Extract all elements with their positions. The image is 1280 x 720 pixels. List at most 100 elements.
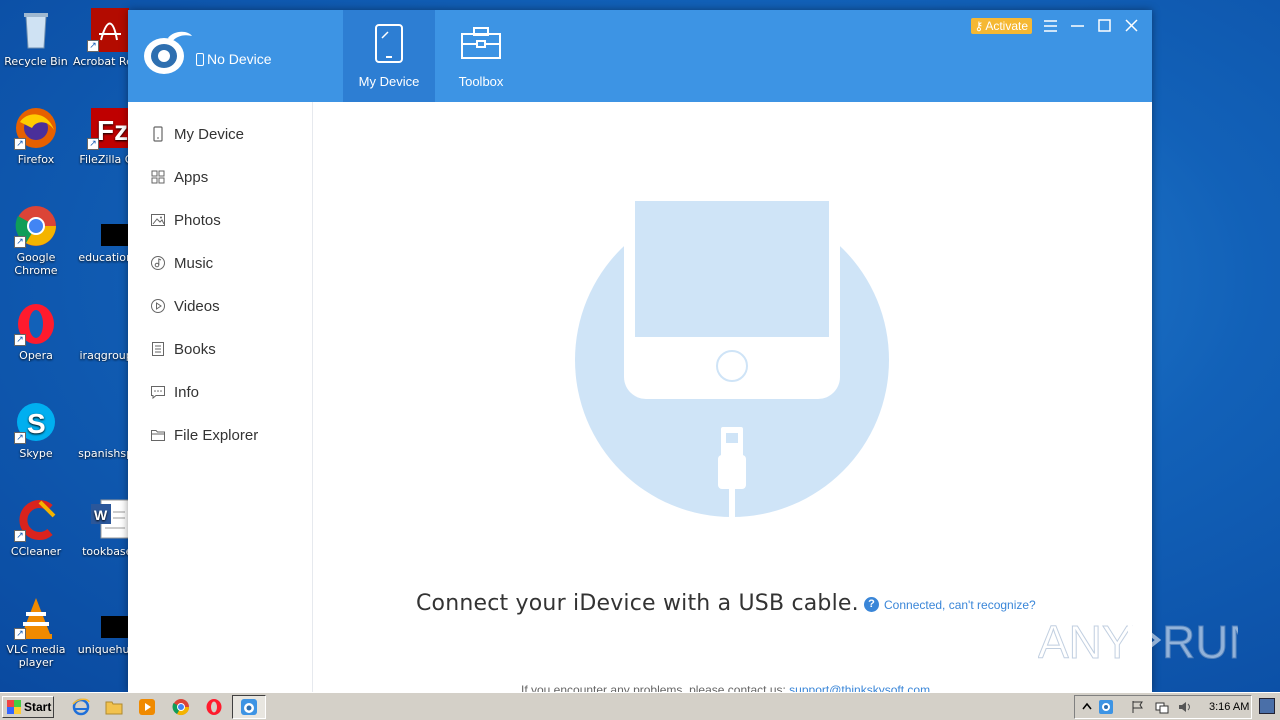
toolbox-icon — [461, 24, 501, 64]
menu-icon[interactable] — [1042, 17, 1059, 34]
help-link-label: Connected, can't recognize? — [884, 597, 1036, 612]
action-center-flag-icon[interactable] — [1131, 700, 1145, 714]
window-controls: ⚷ Activate — [970, 17, 1140, 34]
ccleaner-icon: ↗ — [14, 498, 58, 542]
clock[interactable]: 3:16 AM — [1209, 701, 1249, 713]
svg-text:Fz: Fz — [97, 115, 128, 146]
watermark-text-run: RUN — [1162, 616, 1238, 668]
phone-small-icon — [196, 52, 204, 66]
contact-line: If you encounter any problems, please co… — [521, 683, 930, 692]
app-window: No Device My Device Toolbox ⚷ Activate M… — [128, 10, 1152, 692]
sidebar-item-info[interactable]: Info — [150, 380, 199, 404]
desktop-icon-chrome[interactable]: ↗ Google Chrome — [0, 204, 72, 277]
shortcut-arrow-icon: ↗ — [14, 628, 26, 640]
chrome-taskbar-icon[interactable] — [172, 698, 190, 716]
tab-label: Toolbox — [458, 74, 504, 89]
skype-icon: S ↗ — [14, 400, 58, 444]
help-link[interactable]: ? Connected, can't recognize? — [864, 597, 1036, 612]
tray-app-icon[interactable] — [1099, 700, 1113, 714]
start-label: Start — [24, 700, 52, 714]
recycle-bin-icon — [14, 8, 58, 52]
desktop-icon-label: VLC media player — [6, 643, 66, 669]
svg-text:S: S — [27, 408, 46, 439]
support-email-link[interactable]: support@thinkskysoft.com — [789, 683, 930, 692]
firefox-icon: ↗ — [14, 106, 58, 150]
network-icon[interactable] — [1155, 700, 1169, 714]
folder-icon — [150, 427, 166, 443]
sidebar-item-file-explorer[interactable]: File Explorer — [150, 423, 258, 447]
sidebar-item-music[interactable]: Music — [150, 251, 213, 275]
sidebar-item-label: Music — [174, 254, 214, 272]
maximize-icon[interactable] — [1096, 17, 1113, 34]
desktop-icon-label: Recycle Bin — [4, 55, 68, 68]
file-icon — [87, 204, 131, 248]
internet-explorer-icon[interactable] — [72, 698, 90, 716]
key-icon: ⚷ — [974, 18, 984, 33]
apps-grid-icon — [150, 169, 166, 185]
desktop-icon-recycle-bin[interactable]: Recycle Bin — [0, 8, 72, 68]
desktop-icon-label: Skype — [19, 447, 53, 460]
volume-icon[interactable] — [1178, 700, 1192, 714]
device-status: No Device — [196, 51, 272, 67]
app-logo-icon — [142, 30, 196, 78]
close-icon[interactable] — [1123, 17, 1140, 34]
sidebar-item-videos[interactable]: Videos — [150, 294, 220, 318]
activate-label: Activate — [985, 18, 1028, 33]
sidebar-item-label: Apps — [174, 168, 209, 186]
desktop-icon-vlc[interactable]: ↗ VLC media player — [0, 596, 72, 669]
chrome-icon: ↗ — [14, 204, 58, 248]
sidebar-item-label: My Device — [174, 125, 245, 143]
sidebar-item-books[interactable]: Books — [150, 337, 216, 361]
file-icon — [87, 596, 131, 640]
start-button[interactable]: Start — [2, 696, 54, 718]
activate-button[interactable]: ⚷ Activate — [970, 17, 1032, 34]
sidebar: My Device Apps Photos Music Videos Books… — [128, 102, 313, 692]
sidebar-item-apps[interactable]: Apps — [150, 165, 208, 189]
desktop-icon-label: Firefox — [17, 153, 55, 166]
desktop-icon-firefox[interactable]: ↗ Firefox — [0, 106, 72, 166]
opera-icon: ↗ — [14, 302, 58, 346]
connect-message: Connect your iDevice with a USB cable. — [416, 591, 859, 616]
sidebar-item-my-device[interactable]: My Device — [150, 122, 244, 146]
message-icon — [150, 384, 166, 400]
main-content: Connect your iDevice with a USB cable. ?… — [313, 102, 1152, 692]
windows-flag-icon — [7, 700, 21, 714]
desktop-icon-skype[interactable]: S ↗ Skype — [0, 400, 72, 460]
sidebar-item-label: Videos — [174, 297, 220, 315]
taskbar-active-app[interactable] — [232, 695, 266, 719]
vlc-icon: ↗ — [14, 596, 58, 640]
minimize-icon[interactable] — [1069, 17, 1086, 34]
tab-my-device[interactable]: My Device — [343, 10, 435, 102]
book-icon — [150, 341, 166, 357]
app-taskbar-icon — [241, 699, 257, 715]
file-icon — [87, 400, 131, 444]
word-document-icon: W — [87, 498, 131, 542]
tab-toolbox[interactable]: Toolbox — [435, 10, 527, 102]
play-icon — [150, 298, 166, 314]
sidebar-item-photos[interactable]: Photos — [150, 208, 221, 232]
sidebar-item-label: Info — [174, 383, 200, 401]
sidebar-item-label: Books — [174, 340, 216, 358]
contact-text: If you encounter any problems, please co… — [521, 683, 786, 692]
shortcut-arrow-icon: ↗ — [14, 530, 26, 542]
filezilla-icon: Fz ↗ — [87, 106, 131, 150]
desktop-icon-opera[interactable]: ↗ Opera — [0, 302, 72, 362]
shortcut-arrow-icon: ↗ — [14, 432, 26, 444]
shortcut-arrow-icon: ↗ — [14, 236, 26, 248]
file-icon — [87, 302, 131, 346]
media-player-icon[interactable] — [138, 698, 156, 716]
shortcut-arrow-icon: ↗ — [87, 40, 99, 52]
image-icon — [150, 212, 166, 228]
question-icon: ? — [864, 597, 879, 612]
desktop-icon-ccleaner[interactable]: ↗ CCleaner — [0, 498, 72, 558]
show-desktop-icon[interactable] — [1259, 698, 1275, 714]
phone-icon — [150, 126, 166, 142]
shortcut-arrow-icon: ↗ — [87, 138, 99, 150]
shortcut-arrow-icon: ↗ — [14, 334, 26, 346]
watermark-text-any: ANY — [1038, 616, 1133, 668]
device-status-label: No Device — [207, 51, 272, 67]
desktop-icon-label: Google Chrome — [14, 251, 58, 277]
file-explorer-icon[interactable] — [105, 698, 123, 716]
opera-taskbar-icon[interactable] — [205, 698, 223, 716]
tray-expand-icon[interactable] — [1080, 700, 1094, 714]
